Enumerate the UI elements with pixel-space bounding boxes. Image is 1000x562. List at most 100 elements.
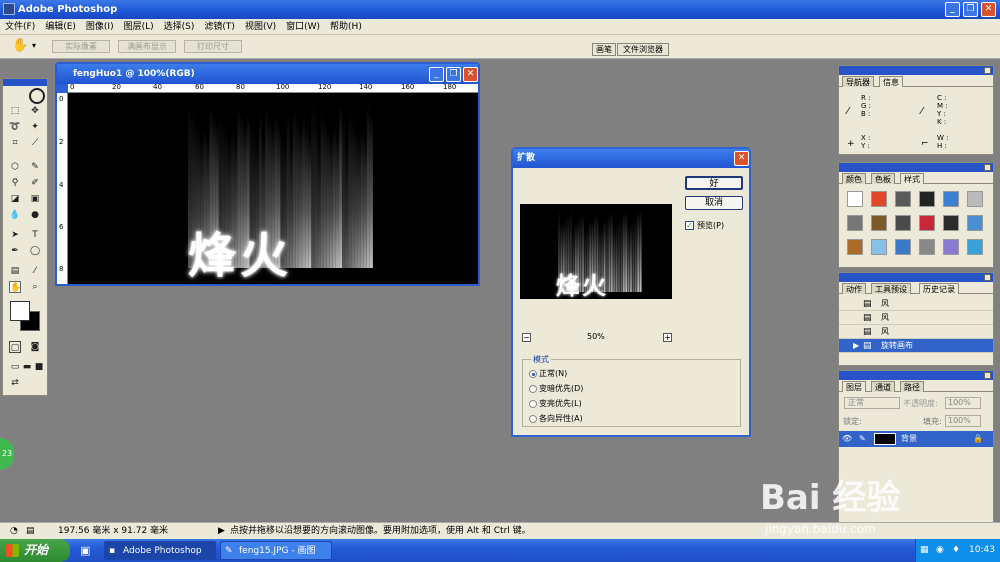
ok-button[interactable]: 好 xyxy=(685,176,743,190)
marquee-tool-icon[interactable]: ⬚ xyxy=(9,105,21,117)
tab-history[interactable]: 历史记录 xyxy=(919,283,959,294)
hand-tool-active-icon[interactable]: ✋ xyxy=(9,281,21,293)
style-swatch[interactable] xyxy=(871,191,887,207)
menu-image[interactable]: 图像(I) xyxy=(81,19,119,35)
blend-mode-select[interactable]: 正常 xyxy=(844,397,900,409)
style-swatch[interactable] xyxy=(847,239,863,255)
tab-color[interactable]: 颜色 xyxy=(842,173,866,184)
opacity-input[interactable]: 100% xyxy=(945,397,981,409)
tab-info[interactable]: 信息 xyxy=(879,76,903,87)
menu-help[interactable]: 帮助(H) xyxy=(325,19,367,35)
close-button[interactable]: ✕ xyxy=(981,2,996,17)
style-swatch[interactable] xyxy=(943,191,959,207)
blur-tool-icon[interactable]: 💧 xyxy=(9,209,21,221)
move-tool-icon[interactable]: ✥ xyxy=(29,105,41,117)
shape-tool-icon[interactable]: ◯ xyxy=(29,245,41,257)
history-item[interactable]: ▤ 风 xyxy=(839,297,993,311)
tab-channels[interactable]: 通道 xyxy=(871,381,895,392)
fit-screen-button[interactable]: 满画布显示 xyxy=(118,40,176,53)
image-canvas[interactable]: 烽火 xyxy=(68,93,478,284)
style-swatch[interactable] xyxy=(967,191,983,207)
tool-preset-arrow-icon[interactable]: ▾ xyxy=(32,41,36,50)
brush-tool-icon[interactable]: ✎ xyxy=(29,161,41,173)
filter-preview[interactable]: 烽火 xyxy=(520,204,672,299)
tab-brushes[interactable]: 画笔 xyxy=(592,43,616,56)
menu-file[interactable]: 文件(F) xyxy=(0,19,40,35)
panel-minimize-icon[interactable] xyxy=(984,67,991,74)
style-swatch[interactable] xyxy=(871,239,887,255)
eyedropper-icon[interactable]: ⁄ xyxy=(29,265,41,277)
cancel-button[interactable]: 取消 xyxy=(685,196,743,210)
magic-wand-icon[interactable]: ✦ xyxy=(29,121,41,133)
mode-anisotropic-radio[interactable]: 各向异性(A) xyxy=(529,413,583,424)
tab-actions[interactable]: 动作 xyxy=(842,283,866,294)
style-swatch[interactable] xyxy=(895,191,911,207)
foreground-color-swatch-top[interactable] xyxy=(10,301,30,321)
style-swatch[interactable] xyxy=(847,215,863,231)
menu-view[interactable]: 视图(V) xyxy=(240,19,281,35)
actual-pixels-button[interactable]: 实际像素 xyxy=(52,40,110,53)
history-brush-icon[interactable]: ✐ xyxy=(29,177,41,189)
style-swatch[interactable] xyxy=(895,239,911,255)
tray-app-icon[interactable]: ♦ xyxy=(952,539,960,562)
task-photoshop[interactable]: ▪ Adobe Photoshop xyxy=(104,541,216,560)
tab-layers[interactable]: 图层 xyxy=(842,381,866,392)
tab-paths[interactable]: 路径 xyxy=(900,381,924,392)
tab-swatches[interactable]: 色板 xyxy=(871,173,895,184)
dialog-close-button[interactable]: ✕ xyxy=(734,151,749,166)
path-select-icon[interactable]: ➤ xyxy=(9,229,21,241)
screen-mode-black-icon[interactable]: ■ xyxy=(33,361,45,373)
style-swatch[interactable] xyxy=(919,215,935,231)
style-swatch[interactable] xyxy=(967,215,983,231)
panel-minimize-icon[interactable] xyxy=(984,164,991,171)
gradient-tool-icon[interactable]: ▣ xyxy=(29,193,41,205)
task-paint[interactable]: ✎ feng15.JPG - 画图 xyxy=(220,541,332,560)
quickmask-mode-icon[interactable]: ◙ xyxy=(29,341,41,353)
doc-minimize-button[interactable]: _ xyxy=(429,67,444,82)
slice-tool-icon[interactable]: ⟋ xyxy=(29,137,41,149)
notes-tool-icon[interactable]: ▤ xyxy=(9,265,21,277)
fill-input[interactable]: 100% xyxy=(945,415,981,427)
menu-layer[interactable]: 图层(L) xyxy=(119,19,159,35)
show-desktop-icon[interactable]: ▣ xyxy=(80,544,90,557)
doc-maximize-button[interactable]: ❐ xyxy=(446,67,461,82)
tray-volume-icon[interactable]: ◉ xyxy=(936,539,944,562)
crop-tool-icon[interactable]: ⌗ xyxy=(9,137,21,149)
minimize-button[interactable]: _ xyxy=(945,2,960,17)
history-item-selected[interactable]: ▶ ▤ 旋转画布 xyxy=(839,339,993,353)
style-swatch[interactable] xyxy=(847,191,863,207)
menu-edit[interactable]: 编辑(E) xyxy=(40,19,81,35)
style-swatch[interactable] xyxy=(919,191,935,207)
eraser-tool-icon[interactable]: ◪ xyxy=(9,193,21,205)
print-size-button[interactable]: 打印尺寸 xyxy=(184,40,242,53)
style-swatch[interactable] xyxy=(919,239,935,255)
standard-mode-icon[interactable]: ▢ xyxy=(9,341,21,353)
menu-select[interactable]: 选择(S) xyxy=(159,19,200,35)
style-swatch[interactable] xyxy=(943,215,959,231)
tab-file-browser[interactable]: 文件浏览器 xyxy=(617,43,669,56)
lasso-tool-icon[interactable]: ➰ xyxy=(9,121,21,133)
clone-stamp-icon[interactable]: ⚲ xyxy=(9,177,21,189)
zoom-out-button[interactable]: − xyxy=(522,333,531,342)
history-item[interactable]: ▤ 风 xyxy=(839,325,993,339)
mode-darken-radio[interactable]: 变暗优先(D) xyxy=(529,383,583,394)
zoom-tool-icon[interactable]: ⌕ xyxy=(29,281,41,293)
jump-to-imageready-icon[interactable]: ⇄ xyxy=(9,377,21,389)
type-tool-icon[interactable]: T xyxy=(29,229,41,241)
doc-close-button[interactable]: ✕ xyxy=(463,67,478,82)
restore-button[interactable]: ❐ xyxy=(963,2,978,17)
screen-mode-icon[interactable]: ▭ xyxy=(9,361,21,373)
preview-checkbox[interactable]: ✓ xyxy=(685,221,694,230)
style-swatch[interactable] xyxy=(871,215,887,231)
style-swatch[interactable] xyxy=(943,239,959,255)
mode-normal-radio[interactable]: 正常(N) xyxy=(529,368,567,379)
history-item[interactable]: ▤ 风 xyxy=(839,311,993,325)
visibility-eye-icon[interactable]: 👁 xyxy=(842,431,852,447)
menu-filter[interactable]: 滤镜(T) xyxy=(199,19,240,35)
mode-lighten-radio[interactable]: 变亮优先(L) xyxy=(529,398,582,409)
tab-navigator[interactable]: 导航器 xyxy=(842,76,874,87)
style-swatch[interactable] xyxy=(895,215,911,231)
healing-brush-icon[interactable]: ⬡ xyxy=(9,161,21,173)
hand-tool-icon[interactable]: ✋ xyxy=(12,38,28,53)
pen-tool-icon[interactable]: ✒ xyxy=(9,245,21,257)
